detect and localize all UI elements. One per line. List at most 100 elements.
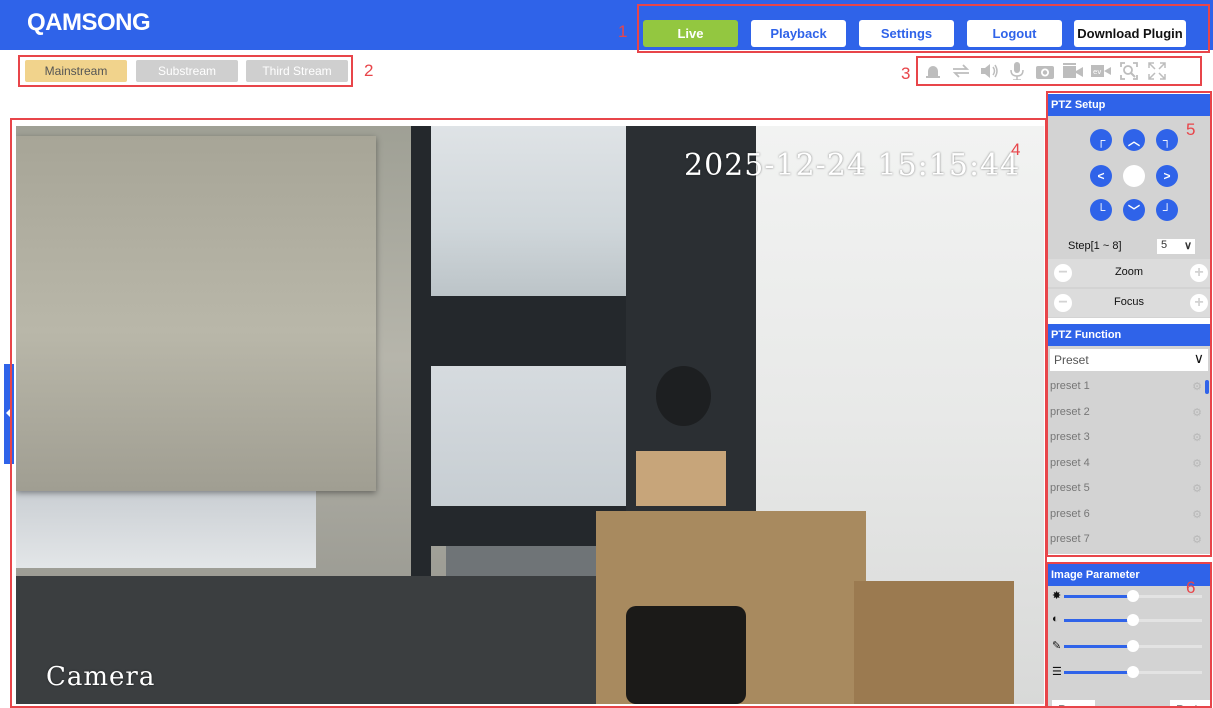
gear-icon[interactable]: ⚙: [1192, 380, 1202, 393]
contrast-slider[interactable]: ◐: [1052, 612, 1202, 628]
nav-logout-button[interactable]: Logout: [967, 20, 1062, 47]
video-clip-icon[interactable]: ev: [1090, 60, 1112, 82]
ptz-center-button[interactable]: [1123, 165, 1145, 187]
step-select[interactable]: 5 ∨: [1156, 238, 1196, 255]
download-plugin-button[interactable]: Download Plugin: [1074, 20, 1186, 47]
gear-icon[interactable]: ⚙: [1192, 406, 1202, 419]
saturation-slider[interactable]: ✎: [1052, 638, 1202, 654]
slider-fill: [1064, 595, 1133, 598]
preset-label: preset 1: [1050, 380, 1090, 392]
preset-label: preset 2: [1050, 405, 1090, 418]
slider-fill: [1064, 671, 1133, 674]
slider-track: [1133, 645, 1202, 648]
gear-icon[interactable]: ⚙: [1192, 457, 1202, 470]
nav-playback-button[interactable]: Playback: [751, 20, 846, 47]
preset-label: preset 3: [1050, 431, 1090, 443]
swap-icon[interactable]: [950, 60, 972, 82]
video-scene-camera: [656, 366, 711, 426]
step-value: 5: [1161, 239, 1168, 251]
brightness-icon: ✸: [1052, 590, 1062, 602]
ptz-left-button[interactable]: <: [1090, 165, 1112, 187]
annotation-number-2: 2: [364, 61, 374, 80]
list-item[interactable]: preset 7 ⚙: [1048, 527, 1210, 552]
fullscreen-icon[interactable]: [1146, 60, 1168, 82]
annotation-number-6: 6: [1186, 578, 1196, 597]
brightness-slider[interactable]: ✸: [1052, 588, 1202, 604]
nav-live-button[interactable]: Live: [643, 20, 738, 47]
annotation-number-4: 4: [1011, 140, 1021, 159]
gear-icon[interactable]: ⚙: [1192, 508, 1202, 521]
tab-mainstream[interactable]: Mainstream: [25, 60, 127, 82]
focus-row: − Focus +: [1048, 289, 1210, 317]
gear-icon[interactable]: ⚙: [1192, 431, 1202, 444]
step-label: Step[1 ~ 8]: [1068, 240, 1122, 252]
video-scene-roller-blind: [16, 136, 376, 491]
sharpness-icon: ☰: [1052, 666, 1062, 678]
gear-icon[interactable]: ⚙: [1192, 533, 1202, 546]
annotation-number-3: 3: [901, 64, 911, 83]
record-icon[interactable]: [1062, 60, 1084, 82]
sharpness-slider[interactable]: ☰: [1052, 664, 1202, 680]
list-item[interactable]: preset 3 ⚙: [1048, 425, 1210, 451]
ptz-right-button[interactable]: >: [1156, 165, 1178, 187]
ptz-down-left-button[interactable]: └: [1090, 199, 1112, 221]
ratio-button[interactable]: Ratio: [1170, 700, 1211, 708]
preset-label: preset 5: [1050, 482, 1090, 494]
list-item[interactable]: preset 1 ⚙: [1048, 374, 1210, 400]
video-scene-cabinet: [854, 581, 1014, 704]
list-item[interactable]: preset 6 ⚙: [1048, 502, 1210, 528]
tab-third-stream[interactable]: Third Stream: [246, 60, 348, 82]
preset-label: preset 7: [1050, 533, 1090, 545]
live-video-view[interactable]: 2025-12-24 15:15:44 Camera: [16, 126, 1044, 704]
slider-track: [1133, 619, 1202, 622]
collapse-side-handle[interactable]: [4, 364, 14, 464]
slider-knob[interactable]: [1127, 666, 1139, 678]
zoom-row: − Zoom +: [1048, 259, 1210, 287]
video-scene-bag: [626, 606, 746, 704]
ptz-down-right-button[interactable]: ┘: [1156, 199, 1178, 221]
gear-icon[interactable]: ⚙: [1192, 482, 1202, 495]
ptz-down-button[interactable]: ﹀: [1123, 199, 1145, 221]
tab-substream[interactable]: Substream: [136, 60, 238, 82]
ptz-up-right-button[interactable]: ┐: [1156, 129, 1178, 151]
slider-knob[interactable]: [1127, 614, 1139, 626]
video-timestamp-overlay: 2025-12-24 15:15:44: [684, 148, 1021, 183]
list-item[interactable]: preset 2 ⚙: [1048, 400, 1210, 426]
list-item[interactable]: preset 4 ⚙: [1048, 451, 1210, 477]
slider-fill: [1064, 619, 1133, 622]
slider-knob[interactable]: [1127, 640, 1139, 652]
focus-label: Focus: [1114, 296, 1144, 308]
ptz-function-title: PTZ Function: [1048, 324, 1210, 346]
snapshot-icon[interactable]: [1034, 60, 1056, 82]
list-item[interactable]: preset 5 ⚙: [1048, 476, 1210, 502]
ptz-up-button[interactable]: ︿: [1123, 129, 1145, 151]
annotation-number-1: 1: [618, 22, 628, 41]
microphone-icon[interactable]: [1006, 60, 1028, 82]
video-scene-lower-window: [16, 478, 316, 568]
contrast-icon: ◐: [1052, 613, 1059, 625]
top-header: QAMSONG Live Playback Settings Logout Do…: [0, 0, 1213, 50]
chevron-left-icon: [6, 408, 11, 418]
preset-list[interactable]: preset 1 ⚙ preset 2 ⚙ preset 3 ⚙ preset 4 ⚙ …: [1048, 374, 1210, 552]
chevron-down-icon: ∨: [1183, 240, 1192, 252]
annotation-number-5: 5: [1186, 120, 1196, 139]
volume-icon[interactable]: [978, 60, 1000, 82]
focus-in-button[interactable]: +: [1190, 294, 1208, 312]
ptz-function-selected: Preset: [1054, 353, 1089, 367]
video-scene-small-carton: [636, 451, 726, 506]
chevron-down-icon: ∨: [1193, 350, 1204, 366]
zoom-label: Zoom: [1114, 266, 1144, 278]
brand-logo: QAMSONG: [27, 9, 151, 36]
preset-label: preset 6: [1050, 507, 1090, 520]
slider-track: [1133, 671, 1202, 674]
reset-button[interactable]: Reset: [1052, 700, 1096, 708]
slider-knob[interactable]: [1127, 590, 1139, 602]
nav-settings-button[interactable]: Settings: [859, 20, 954, 47]
ptz-up-left-button[interactable]: ┌: [1090, 129, 1112, 151]
video-scene-frame-bar: [426, 296, 636, 366]
ptz-function-select[interactable]: Preset ∨: [1050, 349, 1208, 371]
zoom-in-button[interactable]: +: [1190, 264, 1208, 282]
digital-zoom-icon[interactable]: [1118, 60, 1140, 82]
alarm-icon[interactable]: [922, 60, 944, 82]
preset-scrollbar[interactable]: [1205, 380, 1209, 394]
